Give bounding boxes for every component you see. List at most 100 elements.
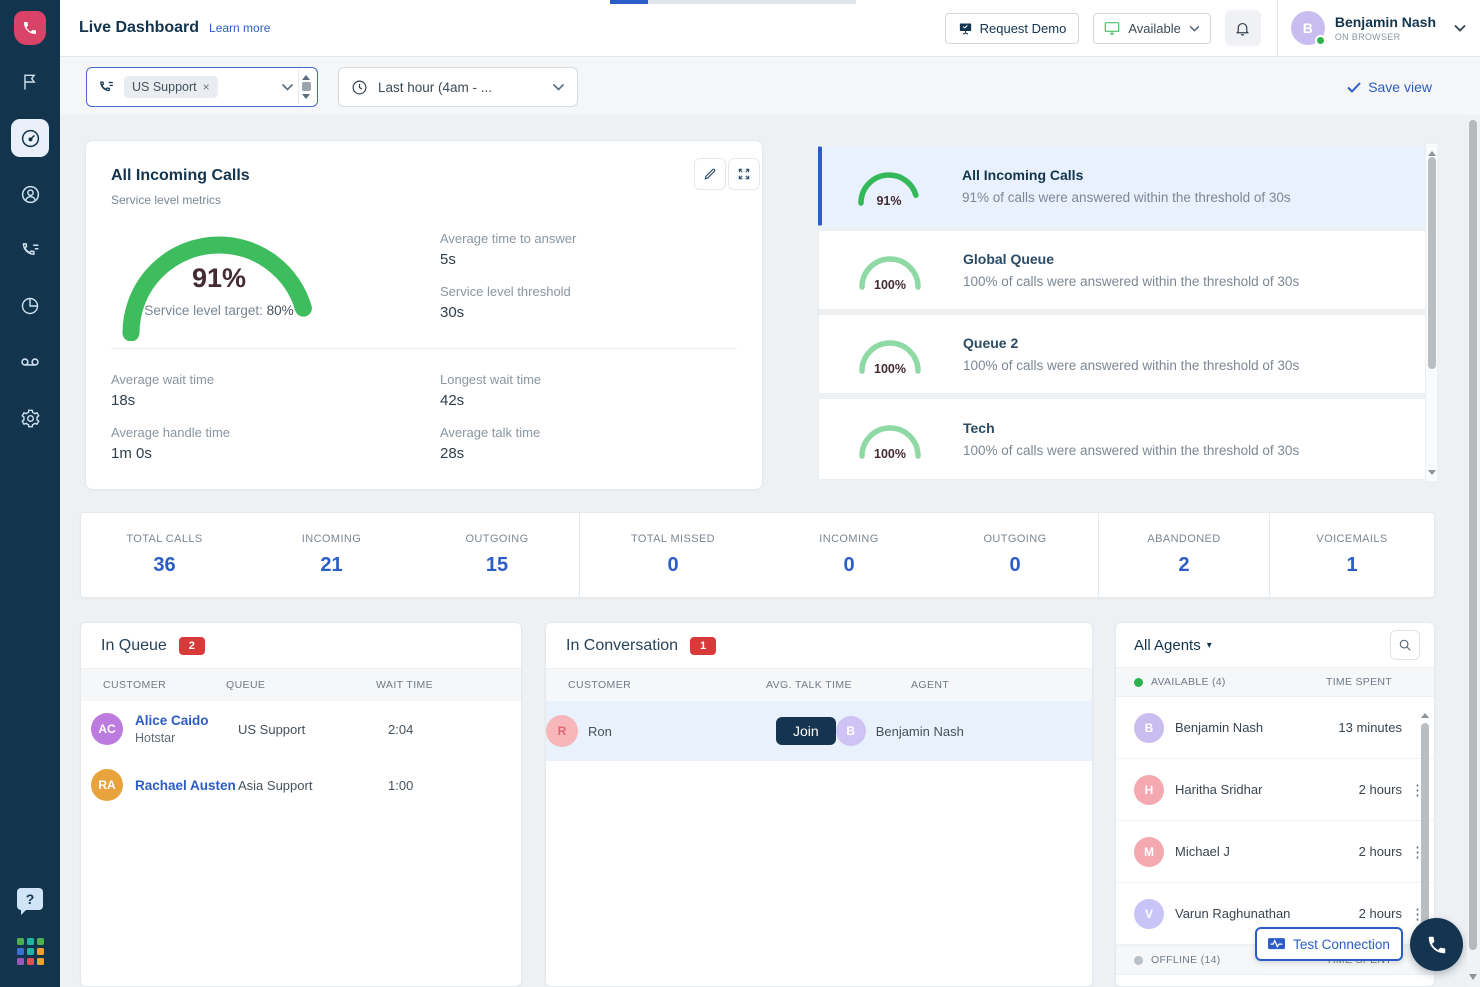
avatar-initials: RA — [98, 778, 115, 792]
queue-gauge-item[interactable]: 100% Tech 100% of calls were answered wi… — [818, 398, 1428, 480]
agent-time-spent: 13 minutes — [1338, 720, 1402, 735]
agents-filter-dropdown[interactable]: All Agents ▾ — [1134, 637, 1212, 654]
queue-gauge-item[interactable]: 100% Queue 2 100% of calls were answered… — [818, 314, 1428, 394]
avatar-initial: V — [1145, 907, 1153, 921]
in-queue-column-headers: CUSTOMER QUEUE WAIT TIME — [81, 669, 521, 701]
sidebar-item-reports[interactable] — [11, 287, 49, 325]
in-queue-card: In Queue 2 CUSTOMER QUEUE WAIT TIME AC A… — [80, 622, 522, 987]
metric-label: Longest wait time — [440, 372, 541, 387]
queue-gauge-text: All Incoming Calls 91% of calls were ans… — [962, 167, 1291, 205]
column-customer: CUSTOMER — [81, 679, 226, 691]
card-divider — [111, 348, 737, 349]
agent-row[interactable]: H Haritha Sridhar 2 hours ⋮ — [1116, 759, 1434, 821]
customer-cell: Rachael Austen — [135, 778, 238, 793]
stat-incoming: INCOMING 21 — [248, 513, 415, 597]
metric-label: Average time to answer — [440, 231, 576, 246]
expand-widget-button[interactable] — [728, 158, 760, 190]
profile-name: Benjamin Nash — [1335, 14, 1436, 30]
customer-name-link[interactable]: Rachael Austen — [135, 778, 238, 793]
available-status-dot — [1134, 678, 1143, 687]
request-demo-button[interactable]: Request Demo — [945, 13, 1080, 44]
stat-label: INCOMING — [302, 533, 361, 545]
queue-cell: Asia Support — [238, 778, 388, 793]
avatar-initial: B — [846, 724, 855, 738]
metric-value: 5s — [440, 251, 576, 268]
metric-label: Average wait time — [111, 372, 214, 387]
queue-gauges-panel: 91% All Incoming Calls 91% of calls were… — [818, 140, 1435, 485]
sidebar-item-overview[interactable] — [11, 63, 49, 101]
agent-search-button[interactable] — [1390, 630, 1420, 660]
page-scrollbar[interactable] — [1467, 115, 1479, 987]
mini-gauge-percent: 100% — [855, 447, 925, 461]
remove-tag-icon[interactable]: × — [203, 80, 210, 94]
join-call-button[interactable]: Join — [776, 717, 836, 745]
queue-description: 91% of calls were answered within the th… — [962, 190, 1291, 205]
freshcaller-logo — [14, 11, 46, 45]
in-conversation-header: In Conversation 1 — [546, 623, 1092, 669]
target-value: 80% — [267, 303, 294, 318]
avatar-initial: M — [1144, 845, 1154, 859]
pie-chart-icon — [20, 296, 40, 316]
sidebar-item-contacts[interactable] — [11, 175, 49, 213]
mini-gauge: 91% — [854, 166, 924, 206]
queue-gauge-item[interactable]: 100% Global Queue 100% of calls were ans… — [818, 230, 1428, 310]
scroll-up-arrow[interactable] — [1421, 709, 1429, 718]
flag-icon — [20, 72, 40, 92]
app-switcher-button[interactable] — [17, 938, 44, 965]
sidebar-item-call-logs[interactable] — [11, 231, 49, 269]
scroll-down-arrow[interactable] — [1428, 470, 1436, 479]
availability-dropdown[interactable]: Available — [1093, 13, 1211, 44]
test-connection-button[interactable]: Test Connection — [1255, 927, 1403, 961]
time-spent-header: TIME SPENT — [1326, 676, 1392, 688]
service-level-gauge: 91% Service level target: 80% — [114, 229, 324, 341]
scroll-down-arrow[interactable] — [1469, 974, 1477, 984]
stat-value: 0 — [1009, 554, 1020, 577]
queue-gauge-item[interactable]: 91% All Incoming Calls 91% of calls were… — [818, 146, 1428, 226]
page-loading-bar — [610, 0, 856, 4]
offline-status-dot — [1134, 956, 1143, 965]
sidebar-item-settings[interactable] — [11, 399, 49, 437]
available-group-label: AVAILABLE (4) — [1151, 676, 1226, 688]
customer-name-link[interactable]: Alice Caido — [135, 713, 238, 728]
stat-outgoing: OUTGOING 15 — [415, 513, 579, 597]
queue-panel-scrollbar[interactable] — [1425, 143, 1438, 482]
offline-group-label: OFFLINE (14) — [1151, 954, 1221, 966]
scrollbar-thumb[interactable] — [1469, 120, 1477, 950]
fullscreen-icon — [737, 167, 751, 181]
call-stats-strip: TOTAL CALLS 36 INCOMING 21 OUTGOING 15 T… — [80, 512, 1435, 598]
queue-row[interactable]: RA Rachael Austen Asia Support 1:00 — [81, 757, 521, 813]
wait-time-cell: 2:04 — [388, 722, 413, 737]
learn-more-link[interactable]: Learn more — [209, 21, 270, 35]
queue-filter-spinner[interactable] — [298, 69, 313, 105]
agent-name: Varun Raghunathan — [1175, 906, 1359, 921]
save-view-label: Save view — [1368, 79, 1432, 95]
help-button[interactable]: ? — [17, 888, 43, 910]
notifications-button[interactable] — [1225, 10, 1261, 46]
metric-longest-wait-time: Longest wait time 42s — [440, 372, 541, 409]
queue-filter-dropdown[interactable]: US Support × — [86, 67, 318, 107]
sidebar-item-dashboard[interactable] — [11, 119, 49, 157]
time-range-dropdown[interactable]: Last hour (4am - ... — [338, 67, 578, 107]
queue-row[interactable]: AC Alice Caido Hotstar US Support 2:04 — [81, 701, 521, 757]
agent-name: Benjamin Nash — [1175, 720, 1338, 735]
avatar: RA — [91, 769, 123, 801]
scrollbar-thumb[interactable] — [1428, 157, 1436, 369]
in-queue-header: In Queue 2 — [81, 623, 521, 669]
agent-row[interactable]: M Michael J 2 hours ⋮ — [1116, 821, 1434, 883]
scrollbar-thumb[interactable] — [1421, 723, 1429, 948]
scroll-up-arrow[interactable] — [1428, 147, 1436, 156]
phone-widget-button[interactable] — [1410, 918, 1463, 971]
conversation-row[interactable]: R Ron Join B Benjamin Nash — [546, 701, 1092, 761]
stat-abandoned: ABANDONED 2 — [1099, 513, 1269, 597]
presentation-icon — [958, 21, 973, 36]
voicemail-icon — [19, 351, 41, 373]
save-view-link[interactable]: Save view — [1347, 79, 1432, 95]
edit-widget-button[interactable] — [694, 158, 726, 190]
queue-gauge-text: Queue 2 100% of calls were answered with… — [963, 335, 1299, 373]
pencil-icon — [703, 167, 717, 181]
live-dashboard-window: ? Live Dashboard Learn more Request Demo… — [0, 0, 1480, 987]
stat-voicemails: VOICEMAILS 1 — [1270, 513, 1434, 597]
agent-row[interactable]: B Benjamin Nash 13 minutes — [1116, 697, 1434, 759]
profile-menu[interactable]: B Benjamin Nash ON BROWSER — [1278, 11, 1480, 45]
sidebar-item-voicemail[interactable] — [11, 343, 49, 381]
